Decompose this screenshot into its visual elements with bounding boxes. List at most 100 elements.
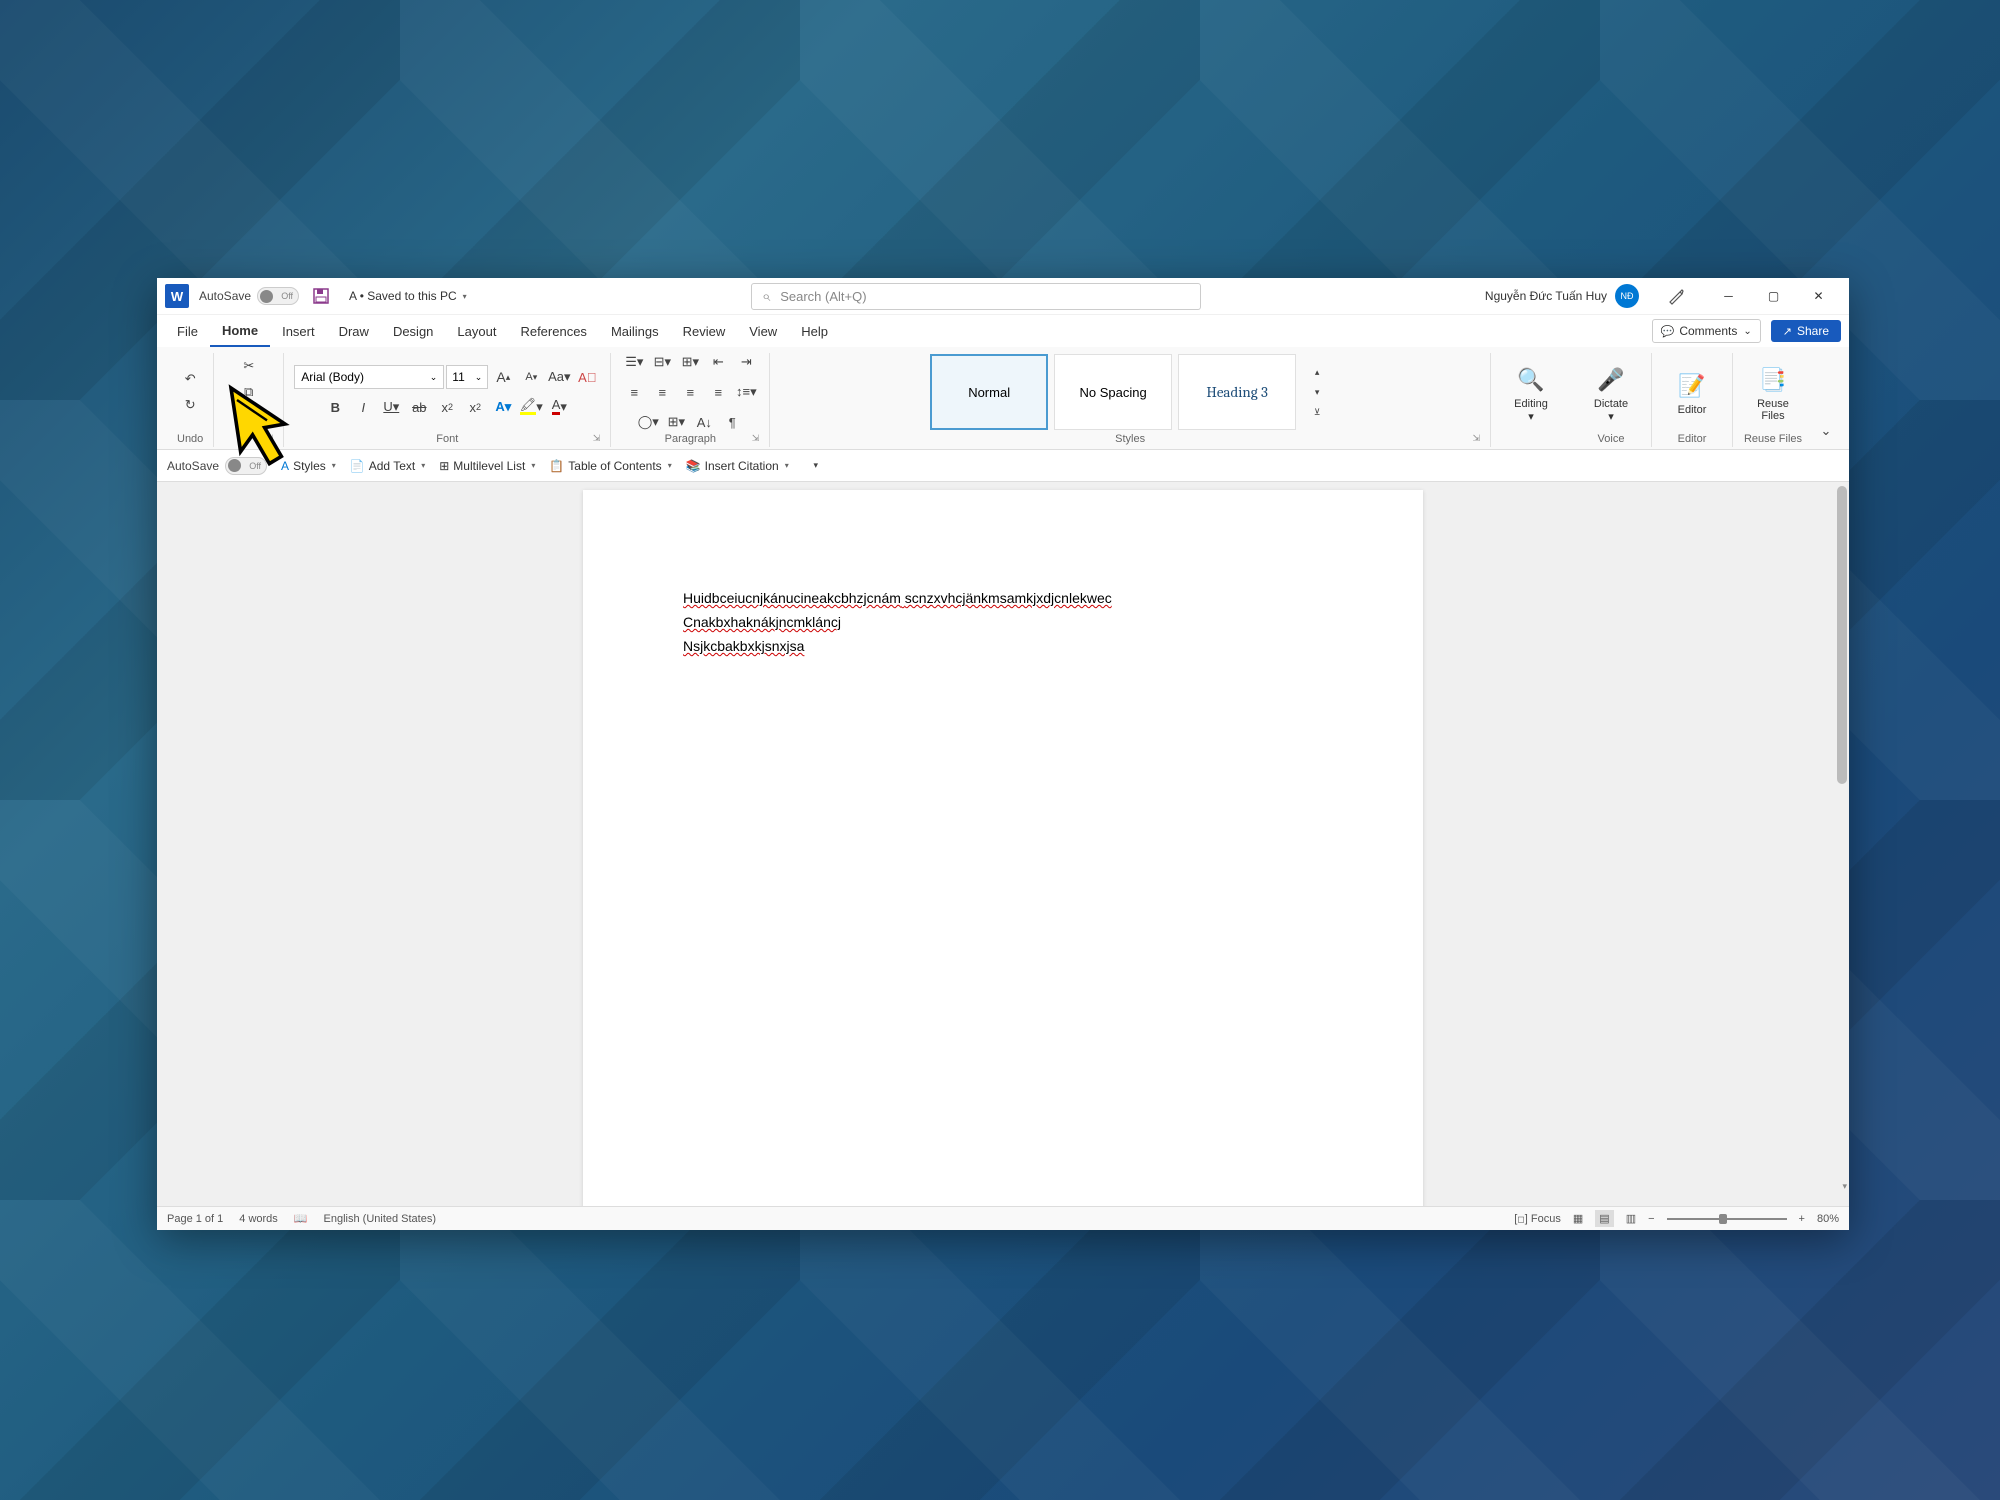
align-right-icon[interactable]: ≡	[677, 380, 703, 404]
comments-button[interactable]: Comments	[1652, 319, 1761, 343]
bullets-button[interactable]: ☰▾	[621, 350, 647, 374]
underline-button[interactable]: U▾	[378, 395, 404, 419]
scroll-down-icon[interactable]: ▾	[1842, 1181, 1847, 1192]
ribbon: ↶ ↻ Undo ✂ ⧉ 🖌 ⇲ Arial (Body)	[157, 347, 1849, 450]
doc-line-1[interactable]: Huidbceiucnjkánucineakcbhzjcnám scnzxvhc…	[683, 590, 1323, 606]
voice-label: Voice	[1581, 431, 1641, 447]
read-mode-icon[interactable]: ▦	[1573, 1212, 1583, 1225]
styles-label: Styles⇲	[780, 431, 1480, 447]
superscript-button[interactable]: x2	[462, 395, 488, 419]
numbering-button[interactable]: ⊟▾	[649, 350, 675, 374]
tab-design[interactable]: Design	[381, 315, 445, 347]
text-effects-button[interactable]: A▾	[490, 395, 516, 419]
quick-add-text[interactable]: 📄Add Text	[350, 459, 425, 473]
shrink-font-icon[interactable]: A▾	[518, 365, 544, 389]
strikethrough-button[interactable]: ab	[406, 395, 432, 419]
toggle-knob	[260, 290, 273, 303]
document-canvas[interactable]: Huidbceiucnjkánucineakcbhzjcnám scnzxvhc…	[157, 482, 1849, 1206]
change-case-button[interactable]: Aa▾	[546, 365, 572, 389]
web-layout-icon[interactable]: ▥	[1626, 1212, 1636, 1225]
print-layout-icon[interactable]: ▤	[1595, 1210, 1613, 1227]
toggle-state: Off	[281, 291, 293, 301]
tab-draw[interactable]: Draw	[327, 315, 381, 347]
grow-font-icon[interactable]: A▴	[490, 365, 516, 389]
editor-button[interactable]: 📝 Editor	[1662, 364, 1722, 420]
style-no-spacing[interactable]: No Spacing	[1054, 354, 1172, 430]
save-icon[interactable]	[311, 286, 331, 306]
styles-more-icon[interactable]: ⊻	[1304, 403, 1330, 421]
zoom-in-button[interactable]: +	[1799, 1213, 1805, 1225]
vertical-scrollbar[interactable]: ▾	[1835, 482, 1849, 1192]
quick-more[interactable]: ▾	[803, 454, 829, 478]
editing-button[interactable]: 🔍 Editing▾	[1501, 358, 1561, 427]
italic-button[interactable]: I	[350, 395, 376, 419]
share-button[interactable]: Share	[1771, 320, 1841, 342]
zoom-slider[interactable]	[1667, 1218, 1787, 1220]
align-center-icon[interactable]: ≡	[649, 380, 675, 404]
align-left-icon[interactable]: ≡	[621, 380, 647, 404]
highlight-button[interactable]: 🖍▾	[518, 395, 544, 419]
magnifier-icon: 🔍	[1517, 362, 1544, 398]
collapse-ribbon-icon[interactable]: ⌄	[1813, 419, 1839, 443]
zoom-level[interactable]: 80%	[1817, 1213, 1839, 1225]
search-input[interactable]: Search (Alt+Q)	[751, 283, 1201, 310]
spellcheck-icon[interactable]: 📖	[294, 1212, 308, 1225]
bold-button[interactable]: B	[322, 395, 348, 419]
voice-group: 🎤 Dictate▾ Voice	[1571, 353, 1652, 447]
justify-icon[interactable]: ≡	[705, 380, 731, 404]
close-button[interactable]: ✕	[1796, 278, 1841, 315]
status-bar: Page 1 of 1 4 words 📖 English (United St…	[157, 1206, 1849, 1230]
dictate-button[interactable]: 🎤 Dictate▾	[1581, 358, 1641, 427]
decrease-indent-icon[interactable]: ⇤	[705, 350, 731, 374]
line-spacing-button[interactable]: ↕≡▾	[733, 380, 759, 404]
reuse-group: 📑 Reuse Files Reuse Files	[1733, 353, 1813, 447]
zoom-out-button[interactable]: −	[1648, 1213, 1654, 1225]
focus-mode[interactable]: [◻] Focus	[1514, 1213, 1561, 1225]
page[interactable]: Huidbceiucnjkánucineakcbhzjcnám scnzxvhc…	[583, 490, 1423, 1206]
tab-file[interactable]: File	[165, 315, 210, 347]
tab-view[interactable]: View	[737, 315, 789, 347]
ribbon-tabs: File Home Insert Draw Design Layout Refe…	[157, 315, 1849, 347]
style-heading-3[interactable]: Heading 3	[1178, 354, 1296, 430]
styles-down-icon[interactable]: ▾	[1304, 383, 1330, 401]
tab-review[interactable]: Review	[671, 315, 738, 347]
font-size-combo[interactable]: 11	[446, 365, 488, 389]
quick-multilevel[interactable]: ⊞Multilevel List	[439, 459, 535, 473]
tab-help[interactable]: Help	[789, 315, 840, 347]
doc-line-3[interactable]: Nsjkcbakbxkjsnxjsa	[683, 638, 1323, 654]
editor-icon: 📝	[1678, 368, 1705, 404]
word-window: W AutoSave Off A • Saved to this PC Sear…	[157, 278, 1849, 1230]
paragraph-group: ☰▾ ⊟▾ ⊞▾ ⇤ ⇥ ≡ ≡ ≡ ≡ ↕≡▾ ◯▾	[611, 353, 770, 447]
editor-group: 📝 Editor Editor	[1652, 353, 1733, 447]
increase-indent-icon[interactable]: ⇥	[733, 350, 759, 374]
document-name[interactable]: A • Saved to this PC	[349, 289, 467, 303]
tab-mailings[interactable]: Mailings	[599, 315, 671, 347]
avatar[interactable]: NĐ	[1615, 284, 1639, 308]
multilevel-button[interactable]: ⊞▾	[677, 350, 703, 374]
tab-home[interactable]: Home	[210, 315, 270, 347]
word-count[interactable]: 4 words	[239, 1213, 278, 1225]
font-name-combo[interactable]: Arial (Body)	[294, 365, 444, 389]
subscript-button[interactable]: x2	[434, 395, 460, 419]
font-color-button[interactable]: A▾	[546, 395, 572, 419]
style-normal[interactable]: Normal	[930, 354, 1048, 430]
user-name[interactable]: Nguyễn Đức Tuấn Huy	[1485, 289, 1607, 303]
doc-line-2[interactable]: Cnakbxhaknákjncmkláncj	[683, 614, 1323, 630]
tab-insert[interactable]: Insert	[270, 315, 327, 347]
reuse-files-button[interactable]: 📑 Reuse Files	[1743, 358, 1803, 426]
paragraph-label: Paragraph⇲	[621, 431, 759, 447]
autosave-toggle[interactable]: AutoSave Off	[199, 287, 299, 305]
tab-references[interactable]: References	[508, 315, 598, 347]
clear-format-icon[interactable]: A⃠	[574, 365, 600, 389]
scrollbar-thumb[interactable]	[1837, 486, 1847, 784]
maximize-button[interactable]: ▢	[1751, 278, 1796, 315]
quick-citation[interactable]: 📚Insert Citation	[686, 459, 789, 473]
language-status[interactable]: English (United States)	[324, 1213, 437, 1225]
coming-soon-icon[interactable]	[1653, 278, 1698, 315]
minimize-button[interactable]: ─	[1706, 278, 1751, 315]
styles-up-icon[interactable]: ▴	[1304, 363, 1330, 381]
toggle-switch[interactable]: Off	[257, 287, 299, 305]
tab-layout[interactable]: Layout	[445, 315, 508, 347]
quick-toc[interactable]: 📋Table of Contents	[549, 459, 671, 473]
page-count[interactable]: Page 1 of 1	[167, 1213, 223, 1225]
